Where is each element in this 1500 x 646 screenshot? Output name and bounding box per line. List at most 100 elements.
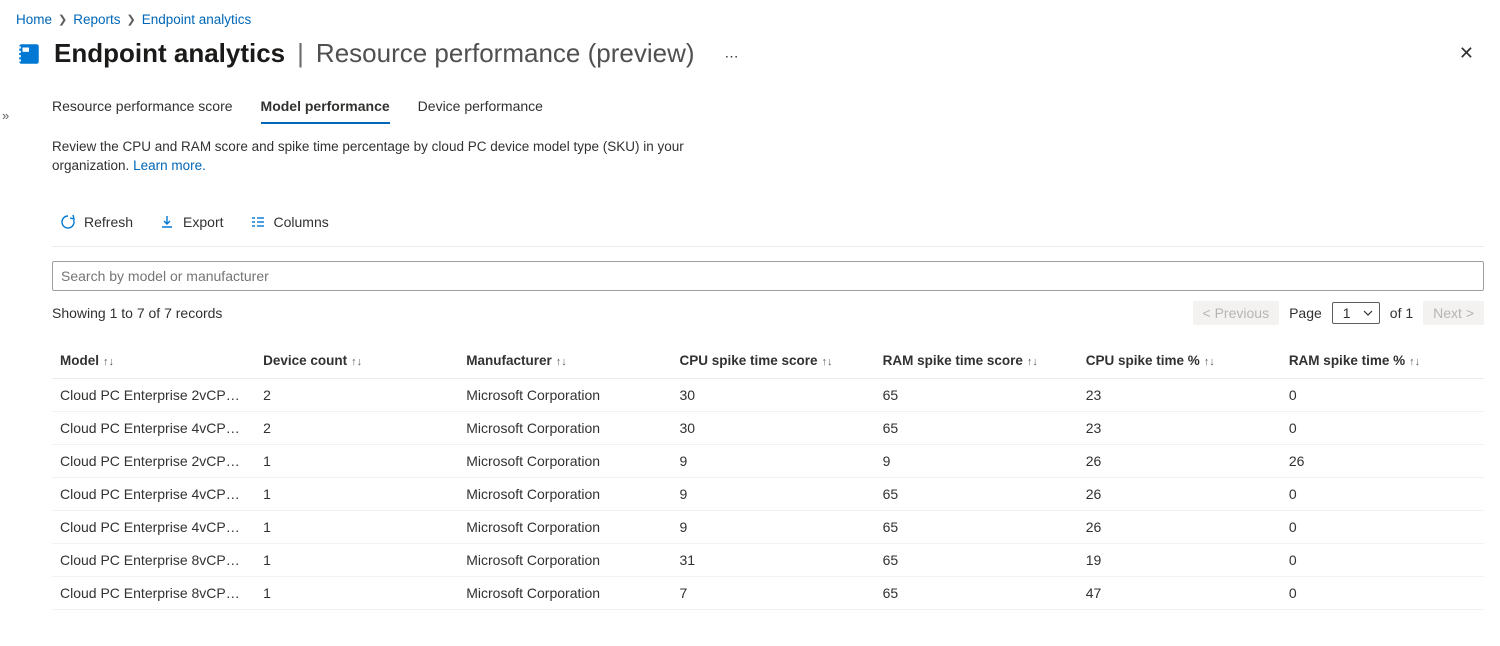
table-row[interactable]: Cloud PC Enterprise 4vCPU/16…1Microsoft … xyxy=(52,510,1484,543)
search-input[interactable] xyxy=(52,261,1484,291)
column-header-cpu-spike-pct[interactable]: CPU spike time %↑↓ xyxy=(1078,343,1281,379)
cell-cpu-spike-pct: 19 xyxy=(1078,543,1281,576)
cell-device-count: 1 xyxy=(255,543,458,576)
cell-cpu-spike-score: 30 xyxy=(671,411,874,444)
next-page-button[interactable]: Next > xyxy=(1423,301,1484,325)
column-header-ram-spike-score[interactable]: RAM spike time score↑↓ xyxy=(875,343,1078,379)
sort-icon: ↑↓ xyxy=(1204,356,1215,368)
close-button[interactable]: ✕ xyxy=(1449,37,1484,70)
cell-manufacturer: Microsoft Corporation xyxy=(458,477,671,510)
refresh-button[interactable]: Refresh xyxy=(52,210,141,234)
breadcrumb: Home ❯ Reports ❯ Endpoint analytics xyxy=(16,8,1484,37)
cell-ram-spike-score: 65 xyxy=(875,477,1078,510)
previous-page-button[interactable]: < Previous xyxy=(1193,301,1280,325)
sort-icon: ↑↓ xyxy=(1027,356,1038,368)
book-icon xyxy=(16,41,42,67)
cell-ram-spike-score: 65 xyxy=(875,510,1078,543)
sort-icon: ↑↓ xyxy=(1409,356,1420,368)
cell-manufacturer: Microsoft Corporation xyxy=(458,576,671,609)
cell-ram-spike-pct: 0 xyxy=(1281,510,1484,543)
cell-ram-spike-score: 65 xyxy=(875,411,1078,444)
column-header-model[interactable]: Model↑↓ xyxy=(52,343,255,379)
export-label: Export xyxy=(183,214,223,230)
title-separator: | xyxy=(289,38,312,69)
cell-cpu-spike-score: 9 xyxy=(671,477,874,510)
cell-manufacturer: Microsoft Corporation xyxy=(458,543,671,576)
sort-icon: ↑↓ xyxy=(822,356,833,368)
table-row[interactable]: Cloud PC Enterprise 2vCPU/8…2Microsoft C… xyxy=(52,378,1484,411)
pagination: < Previous Page 1 of 1 Next > xyxy=(1193,301,1484,325)
cell-model: Cloud PC Enterprise 4vCPU/16… xyxy=(52,411,255,444)
model-performance-table: Model↑↓ Device count↑↓ Manufacturer↑↓ CP… xyxy=(52,343,1484,610)
cell-ram-spike-pct: 0 xyxy=(1281,378,1484,411)
export-button[interactable]: Export xyxy=(151,210,231,234)
column-header-cpu-spike-score[interactable]: CPU spike time score↑↓ xyxy=(671,343,874,379)
page-select[interactable]: 1 xyxy=(1332,302,1380,324)
table-row[interactable]: Cloud PC Enterprise 8vCPU/32…1Microsoft … xyxy=(52,543,1484,576)
column-header-device-count[interactable]: Device count↑↓ xyxy=(255,343,458,379)
cell-cpu-spike-score: 31 xyxy=(671,543,874,576)
cell-manufacturer: Microsoft Corporation xyxy=(458,510,671,543)
expand-sidebar-handle[interactable]: » xyxy=(2,108,9,123)
page-select-value: 1 xyxy=(1343,305,1351,321)
cell-model: Cloud PC Enterprise 4vCPU/16… xyxy=(52,510,255,543)
sort-icon: ↑↓ xyxy=(103,356,114,368)
table-row[interactable]: Cloud PC Enterprise 4vCPU/16…1Microsoft … xyxy=(52,477,1484,510)
page-title-main: Endpoint analytics xyxy=(54,38,285,69)
cell-ram-spike-score: 9 xyxy=(875,444,1078,477)
page-title: Endpoint analytics | Resource performanc… xyxy=(54,38,695,69)
page-title-sub: Resource performance (preview) xyxy=(316,38,695,69)
breadcrumb-reports[interactable]: Reports xyxy=(73,12,120,27)
cell-device-count: 1 xyxy=(255,477,458,510)
cell-model: Cloud PC Enterprise 8vCPU/32… xyxy=(52,543,255,576)
cell-cpu-spike-pct: 26 xyxy=(1078,510,1281,543)
table-row[interactable]: Cloud PC Enterprise 2vCPU/4…1Microsoft C… xyxy=(52,444,1484,477)
columns-button[interactable]: Columns xyxy=(242,210,337,234)
tab-resource-performance-score[interactable]: Resource performance score xyxy=(52,98,233,124)
cell-model: Cloud PC Enterprise 4vCPU/16… xyxy=(52,477,255,510)
table-header-row: Model↑↓ Device count↑↓ Manufacturer↑↓ CP… xyxy=(52,343,1484,379)
cell-model: Cloud PC Enterprise 2vCPU/8… xyxy=(52,378,255,411)
cell-cpu-spike-pct: 26 xyxy=(1078,444,1281,477)
chevron-down-icon xyxy=(1363,308,1373,318)
tab-model-performance[interactable]: Model performance xyxy=(261,98,390,124)
column-header-ram-spike-pct[interactable]: RAM spike time %↑↓ xyxy=(1281,343,1484,379)
learn-more-link[interactable]: Learn more. xyxy=(133,158,206,173)
table-row[interactable]: Cloud PC Enterprise 8vCPU/32…1Microsoft … xyxy=(52,576,1484,609)
chevron-right-icon: ❯ xyxy=(127,13,136,26)
refresh-label: Refresh xyxy=(84,214,133,230)
cell-manufacturer: Microsoft Corporation xyxy=(458,411,671,444)
breadcrumb-home[interactable]: Home xyxy=(16,12,52,27)
columns-label: Columns xyxy=(274,214,329,230)
cell-cpu-spike-pct: 23 xyxy=(1078,378,1281,411)
records-count-text: Showing 1 to 7 of 7 records xyxy=(52,305,222,321)
cell-ram-spike-pct: 0 xyxy=(1281,411,1484,444)
columns-icon xyxy=(250,214,266,230)
download-icon xyxy=(159,214,175,230)
cell-ram-spike-score: 65 xyxy=(875,543,1078,576)
cell-cpu-spike-score: 7 xyxy=(671,576,874,609)
cell-device-count: 1 xyxy=(255,576,458,609)
cell-ram-spike-pct: 0 xyxy=(1281,477,1484,510)
cell-model: Cloud PC Enterprise 8vCPU/32… xyxy=(52,576,255,609)
sort-icon: ↑↓ xyxy=(351,356,362,368)
sort-icon: ↑↓ xyxy=(556,356,567,368)
cell-ram-spike-pct: 0 xyxy=(1281,576,1484,609)
more-actions-button[interactable]: ⋯ xyxy=(725,42,741,65)
cell-device-count: 2 xyxy=(255,411,458,444)
refresh-icon xyxy=(60,214,76,230)
cell-manufacturer: Microsoft Corporation xyxy=(458,378,671,411)
breadcrumb-endpoint-analytics[interactable]: Endpoint analytics xyxy=(142,12,252,27)
cell-ram-spike-pct: 26 xyxy=(1281,444,1484,477)
column-header-manufacturer[interactable]: Manufacturer↑↓ xyxy=(458,343,671,379)
cell-ram-spike-score: 65 xyxy=(875,576,1078,609)
page-of-text: of 1 xyxy=(1390,305,1413,321)
tab-device-performance[interactable]: Device performance xyxy=(418,98,543,124)
tab-description: Review the CPU and RAM score and spike t… xyxy=(52,124,692,176)
cell-ram-spike-score: 65 xyxy=(875,378,1078,411)
cell-manufacturer: Microsoft Corporation xyxy=(458,444,671,477)
table-row[interactable]: Cloud PC Enterprise 4vCPU/16…2Microsoft … xyxy=(52,411,1484,444)
cell-cpu-spike-pct: 23 xyxy=(1078,411,1281,444)
cell-cpu-spike-pct: 26 xyxy=(1078,477,1281,510)
cell-model: Cloud PC Enterprise 2vCPU/4… xyxy=(52,444,255,477)
